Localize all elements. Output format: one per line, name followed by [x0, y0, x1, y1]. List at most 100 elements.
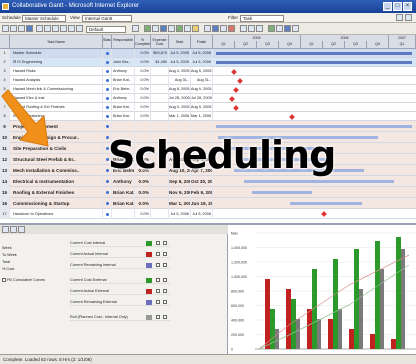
- collapse-icon[interactable]: [256, 25, 263, 32]
- finish-cell[interactable]: Jul 5, 2006: [191, 49, 213, 58]
- task-name-cell[interactable]: Electrical & Instrumentation: [10, 176, 103, 187]
- import-icon[interactable]: [276, 25, 283, 32]
- legend-checkbox[interactable]: [156, 241, 160, 245]
- critical-path-icon[interactable]: [212, 25, 219, 32]
- zoom-out-icon[interactable]: [152, 25, 159, 32]
- start-cell[interactable]: Aug 31..: [169, 76, 191, 85]
- filter-icon[interactable]: [168, 25, 175, 32]
- legend-item[interactable]: Current Actual Internal: [70, 250, 170, 258]
- legend-cumulative-checkbox[interactable]: [163, 252, 167, 256]
- start-cell[interactable]: Jul 5, 2005: [169, 49, 191, 58]
- legend-checkbox[interactable]: [156, 315, 160, 319]
- complete-cell[interactable]: 0.0%: [135, 112, 151, 121]
- finish-cell[interactable]: Mar 1, 2006: [191, 112, 213, 121]
- finish-cell[interactable]: Oct 30, 2006: [191, 176, 213, 187]
- table-row[interactable]: 15 Roofing & External Finishes Brian Kat..…: [0, 187, 416, 198]
- filter-select[interactable]: Task: [240, 14, 284, 22]
- sort-icon[interactable]: [192, 25, 199, 32]
- legend-checkbox[interactable]: [156, 252, 160, 256]
- start-cell[interactable]: Mar 1, 2006: [169, 112, 191, 121]
- expense-header[interactable]: Expense Cost: [151, 35, 169, 49]
- baseline-icon[interactable]: [204, 25, 211, 32]
- task-name-cell[interactable]: Handover to Operations: [10, 209, 103, 219]
- complete-cell[interactable]: 0.0%: [135, 58, 151, 67]
- finish-cell[interactable]: Aug 31..: [191, 76, 213, 85]
- task-name-cell[interactable]: Commissioning & Startup: [10, 198, 103, 209]
- complete-cell[interactable]: 0.0%: [135, 209, 151, 219]
- complete-cell[interactable]: [135, 121, 151, 132]
- legend-item[interactable]: Current Cost Internal: [70, 239, 170, 247]
- finish-cell[interactable]: Aug 9, 2005: [191, 85, 213, 94]
- expense-cell[interactable]: [151, 76, 169, 85]
- row-number[interactable]: 16: [0, 198, 10, 209]
- help-icon[interactable]: [396, 14, 403, 21]
- status-cell[interactable]: [103, 176, 112, 187]
- start-cell[interactable]: Sep 9, 2005: [169, 176, 191, 187]
- legend-item[interactable]: Roll (Planned Cost - Internal Only): [70, 313, 170, 321]
- panel-next-icon[interactable]: [18, 226, 25, 233]
- link-icon[interactable]: [132, 25, 139, 32]
- row-number[interactable]: 14: [0, 176, 10, 187]
- gantt-bar[interactable]: [216, 61, 412, 64]
- start-cell[interactable]: [169, 121, 191, 132]
- expense-cell[interactable]: [151, 198, 169, 209]
- zoom-in-icon[interactable]: [144, 25, 151, 32]
- responsible-cell[interactable]: Anthony: [112, 176, 135, 187]
- row-number[interactable]: 17: [0, 209, 10, 219]
- legend-checkbox[interactable]: [156, 278, 160, 282]
- legend-item[interactable]: Current Remaining Internal: [70, 261, 170, 269]
- resource-icon[interactable]: [176, 25, 183, 32]
- panel-first-icon[interactable]: [2, 226, 9, 233]
- expense-cell[interactable]: [151, 187, 169, 198]
- expense-cell[interactable]: [151, 103, 169, 112]
- start-cell[interactable]: Mar 1, 2006: [169, 198, 191, 209]
- complete-header[interactable]: % Complete: [135, 35, 151, 49]
- finish-cell[interactable]: Feb 9, 2006: [191, 187, 213, 198]
- grid-icon[interactable]: [405, 14, 412, 21]
- legend-item[interactable]: Current Actual External: [70, 287, 170, 295]
- chart-icon[interactable]: [160, 25, 167, 32]
- complete-cell[interactable]: 0.0%: [135, 198, 151, 209]
- gantt-bar[interactable]: [244, 180, 394, 183]
- calendar-icon[interactable]: [184, 25, 191, 32]
- finish-cell[interactable]: Aug 9, 2005: [191, 103, 213, 112]
- start-cell[interactable]: Jul 5, 2006: [169, 209, 191, 219]
- complete-cell[interactable]: 0.0%: [135, 103, 151, 112]
- table-row[interactable]: 17 Handover to Operations 0.0% Jul 5, 2006 J…: [0, 209, 416, 219]
- row-number[interactable]: 15: [0, 187, 10, 198]
- finish-cell[interactable]: Jul 5, 2006: [191, 209, 213, 219]
- responsible-cell[interactable]: Brian Kat..: [112, 198, 135, 209]
- start-cell[interactable]: Aug 8, 2005: [169, 85, 191, 94]
- start-cell[interactable]: Jul 5, 2005: [169, 58, 191, 67]
- fill-curves-option[interactable]: Fill Cumulative Curves: [2, 277, 45, 282]
- expand-icon[interactable]: [248, 25, 255, 32]
- fill-curves-checkbox[interactable]: [2, 278, 6, 282]
- finish-cell[interactable]: Jul 5, 2006: [191, 58, 213, 67]
- legend-checkbox[interactable]: [156, 300, 160, 304]
- start-header[interactable]: Start: [169, 35, 191, 49]
- expense-cell[interactable]: [151, 121, 169, 132]
- legend-cumulative-checkbox[interactable]: [163, 278, 167, 282]
- complete-cell[interactable]: 0.0%: [135, 187, 151, 198]
- start-cell[interactable]: Aug 4, 2005: [169, 67, 191, 76]
- delete-icon[interactable]: [228, 25, 235, 32]
- finish-cell[interactable]: Jun 19, 2006: [191, 198, 213, 209]
- complete-cell[interactable]: 0.0%: [135, 49, 151, 58]
- responsible-cell[interactable]: Brian Kat..: [112, 187, 135, 198]
- settings-icon[interactable]: [284, 25, 291, 32]
- expense-cell[interactable]: [151, 112, 169, 121]
- panel-prev-icon[interactable]: [10, 226, 17, 233]
- expense-cell[interactable]: [151, 67, 169, 76]
- expense-cell[interactable]: $59,870: [151, 49, 169, 58]
- gantt-bar[interactable]: [252, 191, 312, 194]
- finish-cell[interactable]: [191, 121, 213, 132]
- gantt-bar[interactable]: [290, 202, 362, 205]
- legend-checkbox[interactable]: [156, 289, 160, 293]
- complete-cell[interactable]: 0.0%: [135, 176, 151, 187]
- expense-cell[interactable]: [151, 85, 169, 94]
- status-cell[interactable]: [103, 198, 112, 209]
- legend-item[interactable]: Current Remaining External: [70, 298, 170, 306]
- legend-cumulative-checkbox[interactable]: [163, 300, 167, 304]
- legend-cumulative-checkbox[interactable]: [163, 263, 167, 267]
- start-cell[interactable]: Jul 28, 2005: [169, 94, 191, 103]
